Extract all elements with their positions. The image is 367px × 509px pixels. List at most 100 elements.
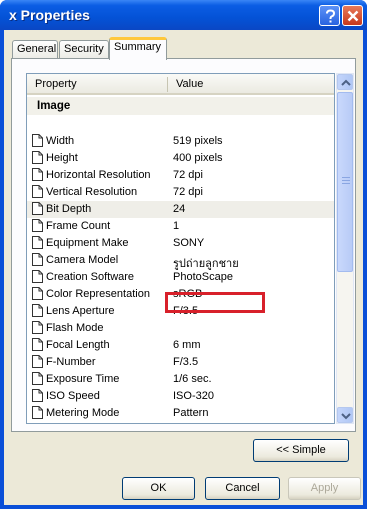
document-icon bbox=[32, 185, 43, 201]
chevron-up-icon bbox=[341, 79, 351, 86]
property-value: 6 mm bbox=[173, 339, 201, 351]
table-row[interactable]: F-Number F/3.5 bbox=[27, 354, 334, 371]
scroll-thumb[interactable] bbox=[337, 92, 353, 272]
document-icon bbox=[32, 287, 43, 303]
table-row[interactable]: Focal Length 6 mm bbox=[27, 337, 334, 354]
apply-label: Apply bbox=[310, 482, 339, 494]
property-value: 519 pixels bbox=[173, 135, 223, 147]
property-name: Width bbox=[46, 135, 75, 147]
group-label: Image bbox=[37, 100, 71, 112]
document-icon bbox=[32, 372, 43, 388]
document-icon bbox=[32, 304, 43, 320]
dialog-body: General Security Summary Property Value … bbox=[4, 30, 363, 505]
table-row[interactable]: Bit Depth 24 bbox=[27, 201, 334, 218]
table-row[interactable]: Metering Mode Pattern bbox=[27, 405, 334, 422]
tab-general[interactable]: General bbox=[12, 40, 58, 59]
table-row[interactable]: Creation Software PhotoScape bbox=[27, 269, 334, 286]
property-value: PhotoScape bbox=[173, 271, 233, 283]
property-value: F/3.5 bbox=[173, 356, 199, 368]
property-value: 1/6 sec. bbox=[173, 373, 212, 385]
properties-window: x Properties General Security Summary Pr… bbox=[0, 0, 367, 509]
chevron-down-icon bbox=[341, 413, 351, 420]
column-header: Property Value bbox=[27, 74, 334, 95]
document-icon bbox=[32, 236, 43, 252]
window-title: x Properties bbox=[9, 7, 90, 23]
table-row[interactable]: ISO Speed ISO-320 bbox=[27, 388, 334, 405]
table-row[interactable]: Equipment Make SONY bbox=[27, 235, 334, 252]
property-name: Flash Mode bbox=[46, 322, 104, 334]
document-icon bbox=[32, 321, 43, 337]
tab-security[interactable]: Security bbox=[59, 40, 109, 59]
cancel-label: Cancel bbox=[225, 482, 260, 494]
table-row[interactable]: Flash Mode bbox=[27, 320, 334, 337]
document-icon bbox=[32, 168, 43, 184]
scroll-grip bbox=[342, 180, 350, 181]
document-icon bbox=[32, 270, 43, 286]
document-icon bbox=[32, 423, 43, 424]
column-divider[interactable] bbox=[167, 77, 168, 92]
scroll-grip bbox=[342, 177, 350, 178]
table-row[interactable]: Frame Count 1 bbox=[27, 218, 334, 235]
property-value: 72 dpi bbox=[173, 186, 203, 198]
property-value: 72 dpi bbox=[173, 169, 203, 181]
document-icon bbox=[32, 202, 43, 218]
property-value: SONY bbox=[173, 237, 205, 249]
title-bar[interactable]: x Properties bbox=[0, 0, 367, 30]
help-icon[interactable] bbox=[319, 5, 340, 26]
group-header-image: Image bbox=[27, 97, 334, 115]
property-name: Color Representation bbox=[46, 288, 150, 300]
property-name: Equipment Make bbox=[46, 237, 129, 249]
property-list[interactable]: Property Value Image Width 519 pixels Heig… bbox=[26, 73, 335, 424]
property-name: ISO Speed bbox=[46, 390, 100, 402]
apply-button[interactable]: Apply bbox=[288, 477, 361, 500]
document-icon bbox=[32, 389, 43, 405]
summary-panel: Property Value Image Width 519 pixels Heig… bbox=[11, 58, 356, 432]
property-value: 1 bbox=[173, 220, 180, 232]
table-row[interactable]: Light SourceUnknown bbox=[27, 422, 334, 424]
table-row[interactable]: Camera Model รูปถ่ายลูกชาย bbox=[27, 252, 334, 270]
ok-button[interactable]: OK bbox=[122, 477, 195, 500]
tab-summary[interactable]: Summary bbox=[109, 37, 167, 60]
table-row[interactable]: Horizontal Resolution 72 dpi bbox=[27, 167, 334, 184]
property-name: Metering Mode bbox=[46, 407, 120, 419]
property-name: Height bbox=[46, 152, 78, 164]
simple-view-button[interactable]: << Simple bbox=[253, 439, 349, 462]
document-icon bbox=[32, 151, 43, 167]
vertical-scrollbar[interactable] bbox=[336, 73, 354, 424]
table-row[interactable]: Height 400 pixels bbox=[27, 150, 334, 167]
column-header-property[interactable]: Property bbox=[35, 78, 77, 90]
document-icon bbox=[32, 219, 43, 235]
property-name: Horizontal Resolution bbox=[46, 169, 151, 181]
table-row[interactable]: Exposure Time 1/6 sec. bbox=[27, 371, 334, 388]
tab-summary-label: Summary bbox=[114, 41, 162, 53]
tab-security-label: Security bbox=[64, 43, 104, 55]
close-icon[interactable] bbox=[342, 5, 363, 26]
property-value: 24 bbox=[173, 203, 186, 215]
document-icon bbox=[32, 253, 43, 269]
document-icon bbox=[32, 338, 43, 354]
ok-label: OK bbox=[150, 482, 167, 494]
property-value: Pattern bbox=[173, 407, 209, 419]
column-header-value[interactable]: Value bbox=[176, 78, 203, 90]
highlight-box bbox=[165, 292, 265, 313]
property-name: Creation Software bbox=[46, 271, 135, 283]
scroll-up-button[interactable] bbox=[337, 74, 353, 90]
document-icon bbox=[32, 355, 43, 371]
property-name: Vertical Resolution bbox=[46, 186, 138, 198]
property-value: 400 pixels bbox=[173, 152, 223, 164]
tab-general-label: General bbox=[17, 43, 57, 55]
property-name: Lens Aperture bbox=[46, 305, 115, 317]
property-name: Camera Model bbox=[46, 254, 119, 266]
table-row[interactable]: Width 519 pixels bbox=[27, 133, 334, 150]
document-icon bbox=[32, 406, 43, 422]
property-value: ISO-320 bbox=[173, 390, 214, 402]
scroll-down-button[interactable] bbox=[337, 407, 353, 423]
table-row[interactable]: Vertical Resolution 72 dpi bbox=[27, 184, 334, 201]
cancel-button[interactable]: Cancel bbox=[205, 477, 280, 500]
simple-view-label: << Simple bbox=[276, 444, 326, 456]
property-name: Focal Length bbox=[46, 339, 110, 351]
property-name: F-Number bbox=[46, 356, 96, 368]
property-name: Frame Count bbox=[46, 220, 111, 232]
property-name: Bit Depth bbox=[46, 203, 92, 215]
property-name: Exposure Time bbox=[46, 373, 120, 385]
